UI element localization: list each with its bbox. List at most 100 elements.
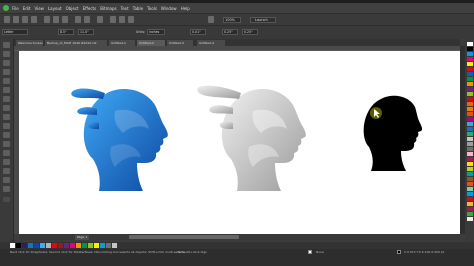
- zoom-icon[interactable]: [208, 16, 214, 23]
- menu-text[interactable]: Text: [121, 6, 129, 11]
- save-icon[interactable]: [22, 16, 28, 23]
- swatch-dark-gray[interactable]: [467, 147, 473, 151]
- publish-pdf-icon[interactable]: [128, 16, 134, 23]
- doc-swatch-black[interactable]: [16, 243, 21, 248]
- launch-button[interactable]: Launch: [250, 17, 276, 23]
- duplicate-y-field[interactable]: 0.25": [242, 29, 258, 35]
- swatch-vermilion[interactable]: [467, 112, 473, 116]
- swatch-gold[interactable]: [467, 162, 473, 166]
- page-height-field[interactable]: 11.0": [78, 29, 94, 35]
- swatch-lime[interactable]: [467, 92, 473, 96]
- menu-bitmaps[interactable]: Bitmaps: [100, 6, 116, 11]
- swatch-royal-blue[interactable]: [467, 127, 473, 131]
- paste-icon[interactable]: [62, 16, 68, 23]
- import-icon[interactable]: [110, 16, 116, 23]
- units-select[interactable]: inches: [147, 29, 165, 35]
- swatch-flame[interactable]: [467, 182, 473, 186]
- doc-swatch-deep-blue[interactable]: [34, 243, 39, 248]
- undo-icon[interactable]: [75, 16, 81, 23]
- doc-swatch-yellow[interactable]: [94, 243, 99, 248]
- swatch-emerald[interactable]: [467, 132, 473, 136]
- swatch-wine[interactable]: [467, 157, 473, 161]
- crop-tool-icon[interactable]: [3, 60, 10, 66]
- menu-layout[interactable]: Layout: [48, 6, 62, 11]
- freehand-tool-icon[interactable]: [3, 78, 10, 84]
- doc-swatch-white[interactable]: [10, 243, 15, 248]
- polygon-tool-icon[interactable]: [3, 114, 10, 120]
- swatch-violet[interactable]: [467, 117, 473, 121]
- horizontal-scrollbar[interactable]: [129, 235, 239, 239]
- shape-tool-icon[interactable]: [3, 51, 10, 57]
- menu-window[interactable]: Window: [161, 6, 177, 11]
- interactive-fill-tool-icon[interactable]: [3, 177, 10, 183]
- swatch-brown[interactable]: [467, 177, 473, 181]
- doc-swatch-navy[interactable]: [22, 243, 27, 248]
- transparency-tool-icon[interactable]: [3, 159, 10, 165]
- zoom-tool-icon[interactable]: [3, 69, 10, 75]
- doc-swatch-dark-red[interactable]: [58, 243, 63, 248]
- doc-swatch-magenta[interactable]: [70, 243, 75, 248]
- swatch-orange[interactable]: [467, 82, 473, 86]
- connector-tool-icon[interactable]: [3, 141, 10, 147]
- page-tab-1[interactable]: Page 1: [75, 235, 90, 240]
- zoom-level-field[interactable]: 100%: [223, 17, 241, 23]
- swatch-green[interactable]: [467, 77, 473, 81]
- swatch-chartreuse[interactable]: [467, 167, 473, 171]
- doc-swatch-blue[interactable]: [28, 243, 33, 248]
- rectangle-tool-icon[interactable]: [3, 96, 10, 102]
- swatch-saffron[interactable]: [467, 202, 473, 206]
- swatch-maroon[interactable]: [467, 197, 473, 201]
- swatch-mint[interactable]: [467, 187, 473, 191]
- doc-swatch-green[interactable]: [82, 243, 87, 248]
- copy-icon[interactable]: [53, 16, 59, 23]
- swatch-purple[interactable]: [467, 87, 473, 91]
- swatch-crimson[interactable]: [467, 97, 473, 101]
- drop-shadow-tool-icon[interactable]: [3, 150, 10, 156]
- black-silhouette-head[interactable]: [363, 95, 423, 171]
- swatch-black[interactable]: [467, 47, 473, 51]
- eyedropper-tool-icon[interactable]: [3, 168, 10, 174]
- duplicate-x-field[interactable]: 0.25": [222, 29, 238, 35]
- ellipse-tool-icon[interactable]: [3, 105, 10, 111]
- swatch-yellow[interactable]: [467, 62, 473, 66]
- swatch-grass[interactable]: [467, 212, 473, 216]
- menu-file[interactable]: File: [12, 6, 19, 11]
- menu-edit[interactable]: Edit: [23, 6, 31, 11]
- blue-gradient-head[interactable]: [71, 88, 168, 191]
- parallel-dimension-tool-icon[interactable]: [3, 132, 10, 138]
- swatch-sky[interactable]: [467, 122, 473, 126]
- gray-gradient-head[interactable]: [197, 85, 306, 191]
- menu-tools[interactable]: Tools: [147, 6, 157, 11]
- swatch-white[interactable]: [467, 42, 473, 46]
- doc-swatch-lime[interactable]: [88, 243, 93, 248]
- page-preset-select[interactable]: Letter: [2, 29, 28, 35]
- add-tool-icon[interactable]: [3, 197, 10, 202]
- print-icon[interactable]: [31, 16, 37, 23]
- menu-object[interactable]: Object: [66, 6, 79, 11]
- swatch-cyan[interactable]: [467, 52, 473, 56]
- menu-effects[interactable]: Effects: [83, 6, 97, 11]
- doc-swatch-orange[interactable]: [76, 243, 81, 248]
- export-icon[interactable]: [119, 16, 125, 23]
- doc-swatch-purple[interactable]: [64, 243, 69, 248]
- text-tool-icon[interactable]: [3, 123, 10, 129]
- redo-icon[interactable]: [84, 16, 90, 23]
- doc-swatch-cyan[interactable]: [100, 243, 105, 248]
- outline-color-icon[interactable]: [397, 250, 401, 254]
- smart-fill-tool-icon[interactable]: [3, 186, 10, 192]
- doc-swatch-gray[interactable]: [46, 243, 51, 248]
- swatch-teal[interactable]: [467, 172, 473, 176]
- swatch-mid-gray[interactable]: [467, 142, 473, 146]
- swatch-blue[interactable]: [467, 72, 473, 76]
- search-icon[interactable]: [97, 16, 103, 23]
- menu-help[interactable]: Help: [181, 6, 190, 11]
- swatch-light-gray[interactable]: [467, 137, 473, 141]
- swatch-pink[interactable]: [467, 152, 473, 156]
- swatch-azure[interactable]: [467, 192, 473, 196]
- menu-table[interactable]: Table: [133, 6, 143, 11]
- doc-swatch-light-gray[interactable]: [112, 243, 117, 248]
- new-document-icon[interactable]: [4, 16, 10, 23]
- doc-swatch-red[interactable]: [52, 243, 57, 248]
- artistic-media-tool-icon[interactable]: [3, 87, 10, 93]
- menu-view[interactable]: View: [34, 6, 44, 11]
